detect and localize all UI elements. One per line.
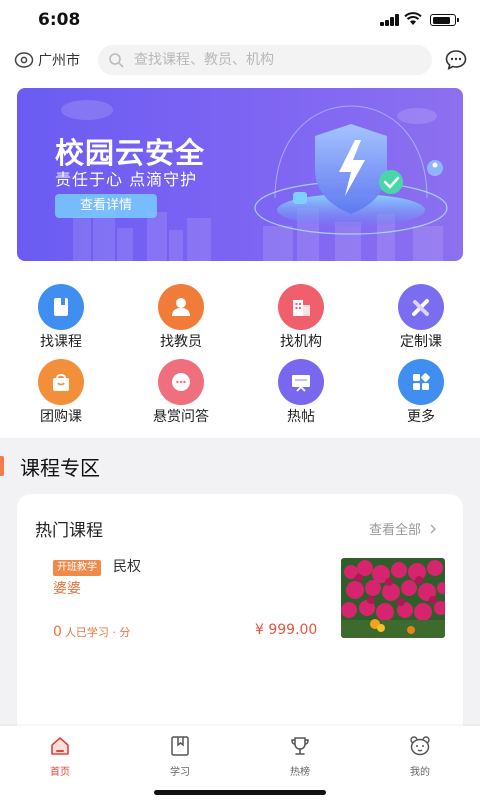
wifi-icon: [404, 12, 422, 25]
learners-count: 0: [53, 624, 62, 640]
search-input[interactable]: [134, 52, 424, 68]
quick-item-bounty-qa[interactable]: 悬赏问答: [120, 353, 240, 425]
banner[interactable]: 校园云安全 责任于心 点滴守护 查看详情: [17, 88, 463, 261]
trophy-icon: [291, 737, 309, 755]
header: 广州市: [0, 42, 480, 78]
profile-bear-icon: [410, 736, 430, 756]
course-teacher: 婆婆: [53, 581, 81, 597]
quick-item-hot-posts[interactable]: 热帖: [240, 353, 360, 425]
tab-label: 学习: [170, 767, 190, 778]
signal-icon: [380, 14, 400, 26]
shopping-bag-icon: [38, 359, 84, 405]
quick-item-find-course[interactable]: 找课程: [0, 278, 120, 350]
chat-bubble-icon: [158, 359, 204, 405]
top-area: 校园云安全 责任于心 点滴守护 查看详情 找课程 找教员 找机构 定制课 团购课…: [0, 78, 480, 438]
course-tag: 开班教学: [53, 560, 101, 576]
hot-courses-card: 热门课程 查看全部 开班教学 民权 婆婆 0 人已学习 · 分 ¥ 999.00: [17, 494, 463, 754]
course-thumbnail-image: [341, 558, 445, 638]
book-icon: [38, 284, 84, 330]
quick-item-label: 找教员: [160, 334, 202, 350]
view-all-label: 查看全部: [369, 523, 422, 538]
chevron-right-icon: [430, 524, 437, 533]
course-learners: 0 人已学习 · 分: [53, 624, 130, 640]
teacher-icon: [158, 284, 204, 330]
building-icon: [278, 284, 324, 330]
learners-text: 人已学习 · 分: [64, 626, 131, 639]
tab-mine[interactable]: 我的: [380, 732, 460, 778]
tab-study[interactable]: 学习: [140, 732, 220, 778]
quick-menu: 找课程 找教员 找机构 定制课 团购课 悬赏问答 热帖 更多: [0, 278, 480, 428]
course-price: ¥ 999.00: [255, 622, 318, 638]
quick-item-label: 找课程: [40, 334, 82, 350]
quick-item-label: 找机构: [280, 334, 322, 350]
quick-item-group-buy[interactable]: 团购课: [0, 353, 120, 425]
tab-home[interactable]: 首页: [20, 732, 100, 778]
quick-item-more[interactable]: 更多: [360, 353, 480, 425]
quick-item-find-teacher[interactable]: 找教员: [120, 278, 240, 350]
location-pin-icon: [14, 52, 34, 68]
quick-item-custom-course[interactable]: 定制课: [360, 278, 480, 350]
quick-item-label: 更多: [407, 409, 435, 425]
customize-icon: [398, 284, 444, 330]
board-icon: [278, 359, 324, 405]
tab-label: 热榜: [290, 767, 310, 778]
battery-icon: [430, 14, 459, 26]
home-icon: [51, 737, 69, 755]
tab-label: 首页: [50, 767, 70, 778]
card-title: 热门课程: [35, 521, 103, 541]
home-indicator: [154, 790, 326, 795]
banner-details-button[interactable]: 查看详情: [55, 194, 157, 218]
course-name: 民权: [113, 559, 141, 575]
quick-item-label: 定制课: [400, 334, 442, 350]
quick-item-label: 热帖: [287, 409, 315, 425]
location-selector[interactable]: 广州市: [14, 48, 80, 72]
grid-icon: [398, 359, 444, 405]
section-title: 课程专区: [20, 456, 100, 480]
search-box[interactable]: [98, 45, 432, 75]
location-label: 广州市: [38, 53, 80, 69]
tab-label: 我的: [410, 767, 430, 778]
quick-item-label: 悬赏问答: [153, 409, 209, 425]
status-bar: 6:08: [0, 0, 480, 42]
course-zone-header: 课程专区: [0, 446, 480, 486]
tab-bar: 首页 学习 热榜 我的: [0, 726, 480, 800]
status-time: 6:08: [38, 10, 81, 30]
section-accent-bar: [0, 456, 4, 476]
banner-subtitle: 责任于心 点滴守护: [55, 170, 198, 189]
view-all-link[interactable]: 查看全部: [369, 519, 439, 538]
search-icon: [109, 53, 124, 68]
message-icon[interactable]: [444, 48, 468, 72]
quick-item-find-institution[interactable]: 找机构: [240, 278, 360, 350]
study-book-icon: [171, 736, 189, 756]
tab-hot-list[interactable]: 热榜: [260, 732, 340, 778]
security-shield-icon: [254, 105, 448, 235]
course-item[interactable]: 开班教学 民权 婆婆 0 人已学习 · 分 ¥ 999.00: [17, 554, 463, 644]
quick-item-label: 团购课: [40, 409, 82, 425]
